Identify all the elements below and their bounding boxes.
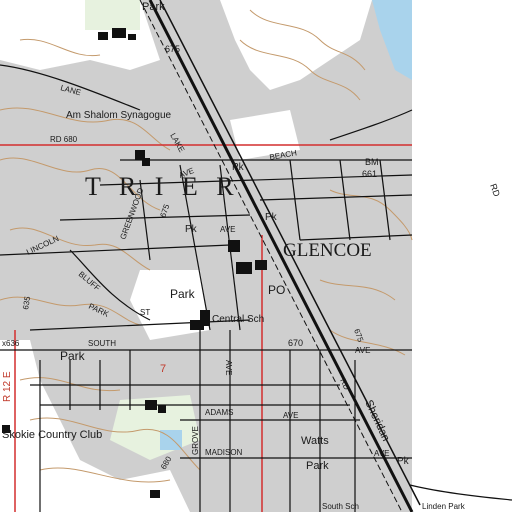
label-ave-2: AVE	[220, 225, 235, 234]
label-675: 675	[165, 44, 180, 54]
label-linden: Linden Park	[422, 502, 466, 511]
label-pk-2: Pk	[265, 212, 278, 223]
label-watts: Watts	[301, 435, 329, 447]
label-r12e: R 12 E	[2, 371, 13, 402]
label-seven: 7	[160, 363, 166, 375]
building	[142, 158, 150, 166]
label-rd-680: RD 680	[50, 135, 78, 144]
label-synagogue: Am Shalom Synagogue	[66, 110, 172, 121]
topographic-map: Park 675 LANE Am Shalom Synagogue RD 680…	[0, 0, 512, 512]
label-ave-4: AVE	[283, 411, 298, 420]
building	[112, 28, 126, 38]
building	[158, 405, 166, 413]
map-canvas: Park 675 LANE Am Shalom Synagogue RD 680…	[0, 0, 512, 512]
label-ave-5: AVE	[374, 449, 389, 458]
building	[255, 260, 267, 270]
label-ave-mid: AVE	[224, 360, 233, 375]
outside-quadrangle	[412, 0, 512, 512]
label-661: 661	[362, 169, 377, 179]
building	[145, 400, 157, 410]
label-madison: MADISON	[205, 448, 243, 457]
label-po: PO	[268, 283, 285, 297]
label-south: SOUTH	[88, 339, 116, 348]
label-trier: T R I E R	[85, 172, 240, 201]
label-st-1: ST	[140, 308, 150, 317]
building	[98, 32, 108, 40]
label-central-sch: Central Sch	[212, 314, 264, 325]
label-park-mid: Park	[170, 287, 196, 301]
building	[200, 310, 210, 326]
label-adams: ADAMS	[205, 408, 233, 417]
park-vegetation-top	[85, 0, 140, 30]
label-grove: GROVE	[191, 426, 200, 455]
label-670: 670	[288, 338, 303, 348]
label-pk-3: Pk	[185, 224, 198, 235]
building	[150, 490, 160, 498]
building	[228, 240, 240, 252]
label-glencoe: GLENCOE	[283, 240, 372, 261]
label-pk-4: Pk	[397, 456, 410, 467]
label-skokie: Skokie Country Club	[2, 429, 102, 441]
label-park-lower: Park	[60, 349, 86, 363]
label-x636: x636	[2, 339, 20, 348]
label-bm: BM	[365, 157, 379, 167]
label-ave-3: AVE	[355, 346, 370, 355]
label-south-sch: South Sch	[322, 502, 359, 511]
building	[236, 262, 252, 274]
label-watts-park: Park	[306, 460, 329, 472]
label-park-top: Park	[142, 1, 165, 13]
building	[128, 34, 136, 40]
